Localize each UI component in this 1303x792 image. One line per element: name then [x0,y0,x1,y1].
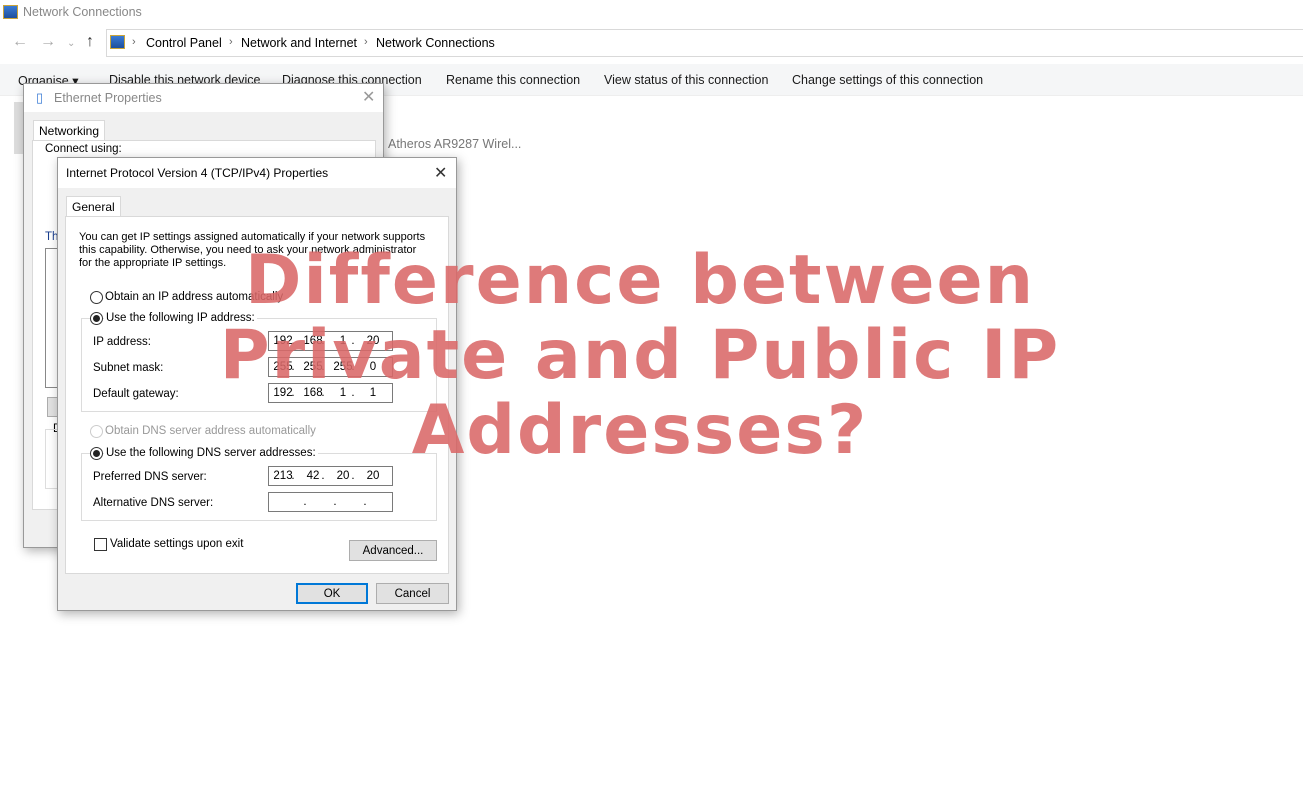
tab-general[interactable]: General [66,196,121,216]
obtain-ip-auto-radio[interactable] [90,291,103,304]
view-status-button[interactable]: View status of this connection [604,73,768,87]
use-following-ip-radio[interactable] [90,312,103,325]
headline-line-3: Addresses? [411,391,869,470]
headline-line-2: Private and Public IP [219,316,1061,395]
preferred-dns-input[interactable]: 213 42 20 20 ... [268,466,393,486]
use-following-dns-radio[interactable] [90,447,103,460]
alternative-dns-label: Alternative DNS server: [93,497,214,509]
tab-networking[interactable]: Networking [33,120,106,141]
ok-button[interactable]: OK [296,583,368,604]
overlay-headline: Difference between Private and Public IP… [180,243,1100,468]
connect-using-label: Connect using: [45,143,122,155]
adapter-name: Atheros AR9287 Wirel... [388,137,522,151]
validate-label: Validate settings upon exit [110,538,244,550]
window-title: Network Connections [23,5,142,19]
dialog-title: Internet Protocol Version 4 (TCP/IPv4) P… [66,166,329,180]
change-settings-button[interactable]: Change settings of this connection [792,73,983,87]
default-gateway-label: Default gateway: [93,388,179,400]
recent-dropdown-icon[interactable]: ⌄ [67,38,75,49]
breadcrumb-network-connections[interactable]: Network Connections [376,36,495,50]
address-bar[interactable]: › Control Panel › Network and Internet ›… [106,29,1303,57]
obtain-dns-auto-radio[interactable] [90,425,103,438]
headline-line-1: Difference between [245,241,1035,320]
validate-checkbox[interactable] [94,538,107,551]
close-icon[interactable]: ✕ [434,163,447,183]
up-button[interactable]: ↑ [86,33,94,51]
alternative-dns-input[interactable]: ... [268,492,393,512]
cancel-button[interactable]: Cancel [376,583,449,604]
preferred-dns-label: Preferred DNS server: [93,471,207,483]
dialog-title: Ethernet Properties [54,91,162,105]
ethernet-icon: ▯ [36,90,44,105]
rename-button[interactable]: Rename this connection [446,73,580,87]
subnet-mask-label: Subnet mask: [93,362,164,374]
advanced-button[interactable]: Advanced... [349,540,437,561]
breadcrumb-network-internet[interactable]: Network and Internet [241,36,357,50]
forward-button[interactable]: → [40,33,56,51]
title-bar: Network Connections [0,0,1303,25]
ip-address-label: IP address: [93,336,151,348]
back-button[interactable]: ← [12,33,28,51]
control-panel-icon [110,35,125,49]
close-icon[interactable]: ✕ [362,87,375,107]
breadcrumb-control-panel[interactable]: Control Panel [146,36,222,50]
network-connections-icon [3,5,18,19]
